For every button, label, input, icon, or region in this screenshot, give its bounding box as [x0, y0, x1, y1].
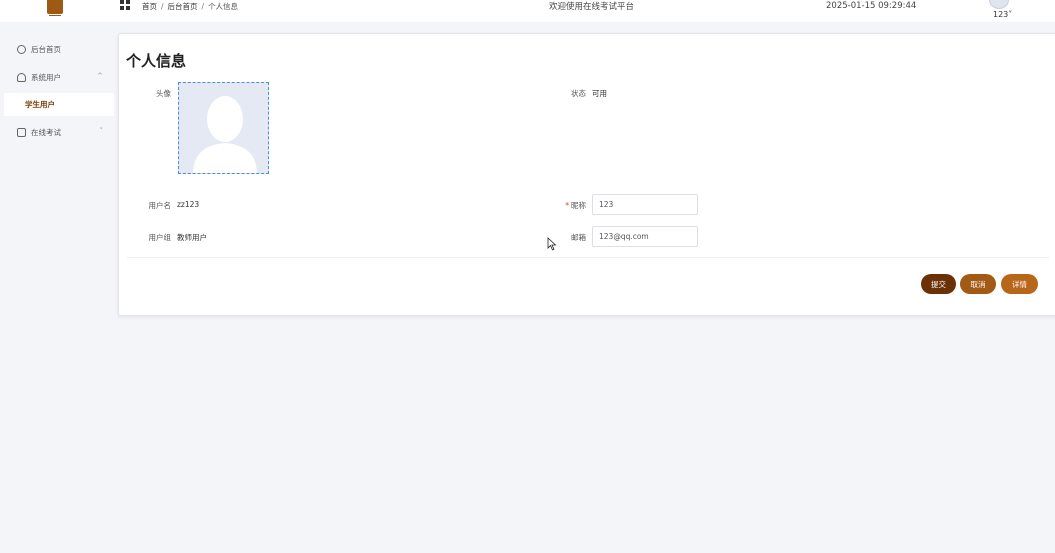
breadcrumb-dashboard[interactable]: 后台首页 [168, 2, 198, 11]
breadcrumb: 首页 / 后台首页 / 个人信息 [142, 2, 239, 11]
breadcrumb-current: 个人信息 [208, 2, 239, 11]
group-label: 用户组 [148, 233, 172, 242]
avatar-placeholder-icon [193, 96, 257, 173]
datetime-display: 2025-01-15 09:29:44 [826, 1, 917, 11]
sidebar-item-label: 在线考试 [31, 127, 61, 137]
mouse-cursor-icon [547, 237, 557, 251]
user-menu[interactable]: 123˅ [993, 10, 1012, 19]
nickname-label: * 昵称 [565, 201, 586, 210]
cancel-button[interactable]: 取消 [960, 274, 996, 294]
sidebar-item-label: 后台首页 [31, 44, 61, 54]
email-label: 邮箱 [571, 233, 586, 242]
nickname-input[interactable] [592, 194, 698, 215]
sidebar-subitem-label: 学生用户 [25, 100, 55, 109]
submit-button[interactable]: 提交 [921, 274, 956, 294]
sidebar-item-label: 系统用户 [31, 72, 61, 82]
sidebar-item-student-users[interactable]: 学生用户 [4, 93, 114, 116]
dashboard-icon [17, 44, 26, 54]
sidebar-item-online-exam[interactable]: 在线考试 ˅ [0, 121, 114, 143]
profile-card [118, 33, 1055, 316]
username-label: 用户名 [148, 201, 172, 210]
menu-toggle-icon[interactable] [120, 0, 131, 10]
user-avatar[interactable] [989, 0, 1009, 9]
welcome-text: 欢迎使用在线考试平台 [549, 2, 635, 12]
user-name-label: 123 [993, 10, 1009, 19]
sidebar-item-dashboard[interactable]: 后台首页 [0, 38, 114, 60]
detail-button[interactable]: 详情 [1001, 274, 1038, 294]
group-value: 教师用户 [177, 233, 207, 242]
status-value: 可用 [592, 89, 607, 98]
avatar-label: 头像 [156, 89, 171, 98]
form-divider [127, 257, 1049, 258]
page-title: 个人信息 [126, 52, 187, 70]
user-icon [17, 72, 26, 82]
exam-icon [17, 127, 26, 137]
logo[interactable] [47, 0, 63, 16]
chevron-down-icon: ˅ [99, 127, 104, 135]
status-label: 状态 [571, 89, 586, 98]
chevron-up-icon: ^ [97, 72, 103, 80]
avatar-upload[interactable] [178, 82, 269, 174]
sidebar-item-system-users[interactable]: 系统用户 ^ [0, 66, 114, 88]
breadcrumb-home[interactable]: 首页 [142, 2, 157, 11]
top-bar: 首页 / 后台首页 / 个人信息 欢迎使用在线考试平台 2025-01-15 09:29… [0, 0, 1055, 22]
email-input[interactable] [592, 226, 698, 247]
chevron-down-icon: ˅ [1008, 10, 1013, 19]
username-value: zz123 [177, 200, 200, 209]
